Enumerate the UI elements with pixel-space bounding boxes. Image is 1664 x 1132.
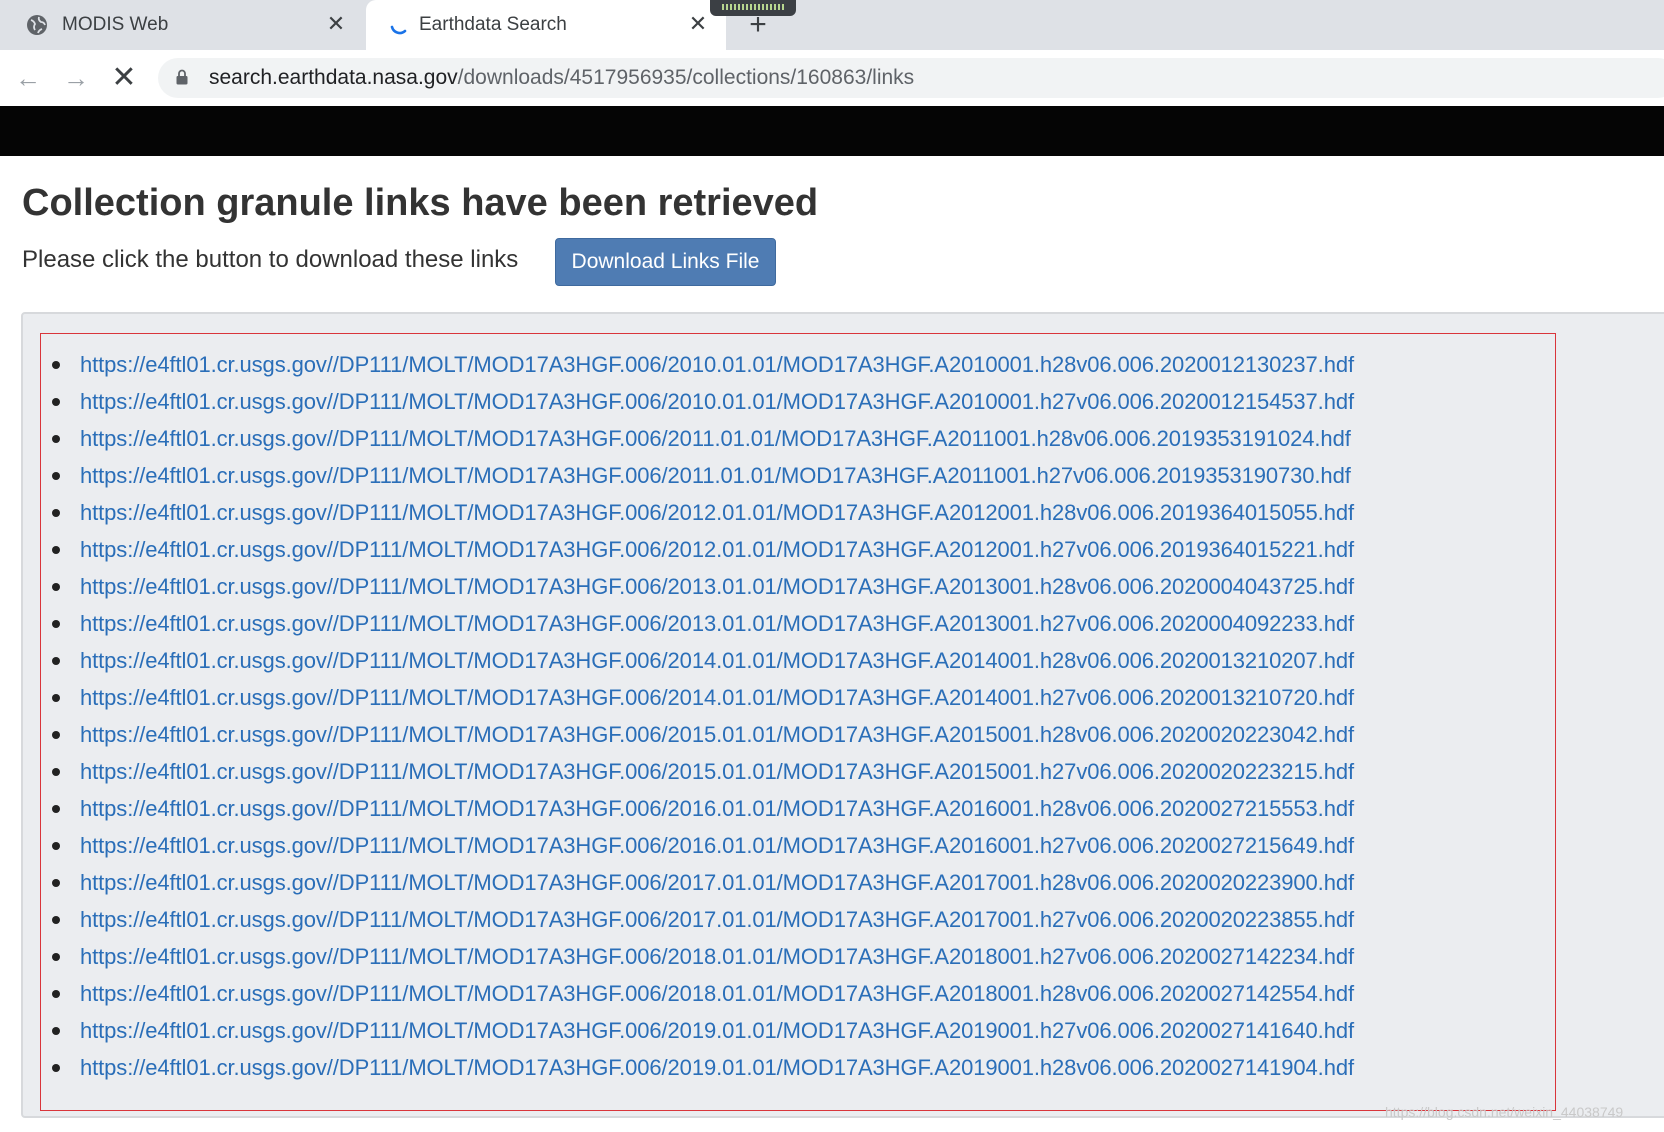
granule-link[interactable]: https://e4ftl01.cr.usgs.gov//DP111/MOLT/…: [80, 938, 1354, 975]
site-header-bar: [0, 106, 1664, 156]
browser-tabstrip: MODIS Web ✕ Earthdata Search ✕ +: [0, 0, 1664, 50]
granule-link[interactable]: https://e4ftl01.cr.usgs.gov//DP111/MOLT/…: [80, 383, 1354, 420]
granule-link[interactable]: https://e4ftl01.cr.usgs.gov//DP111/MOLT/…: [80, 494, 1354, 531]
bullet-icon: [52, 953, 60, 961]
instructions-text: Please click the button to download thes…: [22, 246, 519, 273]
globe-icon: [27, 15, 47, 35]
bullet-icon: [52, 472, 60, 480]
granule-link[interactable]: https://e4ftl01.cr.usgs.gov//DP111/MOLT/…: [80, 827, 1354, 864]
loading-spinner-icon: [390, 25, 407, 35]
bullet-icon: [52, 657, 60, 665]
bullet-icon: [52, 768, 60, 776]
granule-link[interactable]: https://e4ftl01.cr.usgs.gov//DP111/MOLT/…: [80, 642, 1354, 679]
granule-link[interactable]: https://e4ftl01.cr.usgs.gov//DP111/MOLT/…: [80, 531, 1354, 568]
granule-link[interactable]: https://e4ftl01.cr.usgs.gov//DP111/MOLT/…: [80, 716, 1354, 753]
bullet-icon: [52, 509, 60, 517]
page-title: Collection granule links have been retri…: [22, 182, 819, 224]
bullet-icon: [52, 583, 60, 591]
plus-icon[interactable]: +: [744, 10, 772, 40]
bullet-icon: [52, 879, 60, 887]
granule-link[interactable]: https://e4ftl01.cr.usgs.gov//DP111/MOLT/…: [80, 420, 1351, 457]
tab-modis-web[interactable]: MODIS Web ✕: [0, 0, 364, 50]
watermark: https://blog.csdn.net/weixin_44038749: [1385, 1104, 1624, 1120]
browser-toolbar: ← → ✕ search.earthdata.nasa.gov/download…: [0, 50, 1664, 106]
granule-link[interactable]: https://e4ftl01.cr.usgs.gov//DP111/MOLT/…: [80, 605, 1354, 642]
bullet-icon: [52, 1064, 60, 1072]
bullet-icon: [52, 916, 60, 924]
granule-link[interactable]: https://e4ftl01.cr.usgs.gov//DP111/MOLT/…: [80, 975, 1354, 1012]
granule-link[interactable]: https://e4ftl01.cr.usgs.gov//DP111/MOLT/…: [80, 864, 1354, 901]
lock-icon: [176, 69, 188, 85]
bullet-icon: [52, 731, 60, 739]
url-path: /downloads/4517956935/collections/160863…: [457, 66, 915, 89]
bullet-icon: [52, 546, 60, 554]
granule-link[interactable]: https://e4ftl01.cr.usgs.gov//DP111/MOLT/…: [80, 457, 1351, 494]
granule-link[interactable]: https://e4ftl01.cr.usgs.gov//DP111/MOLT/…: [80, 346, 1354, 383]
close-icon[interactable]: ✕: [688, 13, 708, 35]
close-icon[interactable]: ✕: [326, 13, 346, 35]
bullet-icon: [52, 361, 60, 369]
bullet-icon: [52, 694, 60, 702]
granule-link[interactable]: https://e4ftl01.cr.usgs.gov//DP111/MOLT/…: [80, 679, 1354, 716]
arrow-left-icon[interactable]: ←: [14, 64, 42, 92]
stop-x-icon[interactable]: ✕: [110, 63, 138, 93]
url-text[interactable]: search.earthdata.nasa.gov/downloads/4517…: [209, 66, 914, 90]
url-host: search.earthdata.nasa.gov: [209, 66, 458, 89]
bullet-icon: [52, 842, 60, 850]
bullet-icon: [52, 990, 60, 998]
address-bar[interactable]: search.earthdata.nasa.gov/downloads/4517…: [158, 58, 1664, 98]
bullet-icon: [52, 620, 60, 628]
granule-link[interactable]: https://e4ftl01.cr.usgs.gov//DP111/MOLT/…: [80, 901, 1354, 938]
bullet-icon: [52, 1027, 60, 1035]
tab-title: Earthdata Search: [419, 14, 567, 35]
bullet-icon: [52, 398, 60, 406]
tab-earthdata-search[interactable]: Earthdata Search ✕: [366, 0, 726, 50]
granule-link[interactable]: https://e4ftl01.cr.usgs.gov//DP111/MOLT/…: [80, 753, 1354, 790]
granule-link[interactable]: https://e4ftl01.cr.usgs.gov//DP111/MOLT/…: [80, 1049, 1354, 1086]
bullet-icon: [52, 805, 60, 813]
tab-title: MODIS Web: [62, 14, 169, 35]
bullet-icon: [52, 435, 60, 443]
arrow-right-icon[interactable]: →: [62, 64, 90, 92]
download-links-file-button[interactable]: Download Links File: [555, 238, 776, 286]
granule-link[interactable]: https://e4ftl01.cr.usgs.gov//DP111/MOLT/…: [80, 568, 1354, 605]
granule-link[interactable]: https://e4ftl01.cr.usgs.gov//DP111/MOLT/…: [80, 1012, 1354, 1049]
granule-link[interactable]: https://e4ftl01.cr.usgs.gov//DP111/MOLT/…: [80, 790, 1354, 827]
